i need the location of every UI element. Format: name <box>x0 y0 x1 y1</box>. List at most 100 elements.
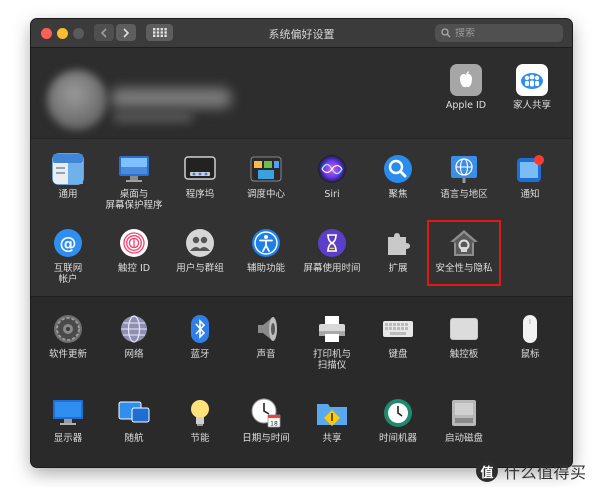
pref-printers-scanners-label: 打印机与 扫描仪 <box>312 349 351 371</box>
pref-displays[interactable]: 显示器 <box>35 397 101 444</box>
pref-siri[interactable]: Siri <box>299 153 365 200</box>
pref-family-sharing[interactable]: 家人共享 <box>499 64 565 111</box>
back-button[interactable] <box>94 24 114 41</box>
pref-desktop-screensaver-label: 桌面与 屏幕保护程序 <box>105 189 163 211</box>
dock-icon <box>184 153 216 185</box>
pref-desktop-screensaver[interactable]: 桌面与 屏幕保护程序 <box>101 153 167 211</box>
pref-screen-time-label: 屏幕使用时间 <box>303 263 361 274</box>
pref-network[interactable]: 网络 <box>101 313 167 360</box>
zoom-window-button[interactable] <box>73 28 84 39</box>
puzzle-icon <box>382 227 414 259</box>
hardware-prefs-section: 软件更新 网络 蓝牙 声音 打印机与 扫描仪 键盘 触控板 鼠标 显示器 随航 … <box>31 296 572 467</box>
network-globe-icon <box>118 313 150 345</box>
grid-icon <box>152 28 167 37</box>
system-preferences-window: 系统偏好设置 Apple ID 家人共享 <box>31 19 572 467</box>
hourglass-icon <box>316 227 348 259</box>
spotlight-icon <box>382 153 414 185</box>
pref-accessibility-label: 辅助功能 <box>246 263 285 274</box>
pref-mouse[interactable]: 鼠标 <box>497 313 563 360</box>
pref-apple-id-label: Apple ID <box>445 100 487 111</box>
pref-spotlight-label: 聚焦 <box>388 189 408 200</box>
mouse-icon <box>514 313 546 345</box>
pref-software-update-label: 软件更新 <box>48 349 87 360</box>
siri-icon <box>316 153 348 185</box>
pref-users-groups-label: 用户与群组 <box>176 263 224 274</box>
speaker-icon <box>250 313 282 345</box>
security-privacy-highlight <box>427 220 501 286</box>
hard-disk-icon <box>448 397 480 429</box>
pref-sharing[interactable]: 共享 <box>299 397 365 444</box>
pref-sharing-label: 共享 <box>322 433 342 444</box>
pref-trackpad-label: 触控板 <box>449 349 479 360</box>
pref-sidecar-label: 随航 <box>124 433 144 444</box>
pref-touch-id[interactable]: 触控 ID <box>101 227 167 274</box>
pref-printers-scanners[interactable]: 打印机与 扫描仪 <box>299 313 365 371</box>
pref-energy-saver-label: 节能 <box>190 433 210 444</box>
close-window-button[interactable] <box>41 28 52 39</box>
pref-sound-label: 声音 <box>256 349 276 360</box>
printer-icon <box>316 313 348 345</box>
pref-apple-id[interactable]: Apple ID <box>433 64 499 111</box>
keyboard-icon <box>382 313 414 345</box>
users-groups-icon <box>184 227 216 259</box>
pref-bluetooth-label: 蓝牙 <box>190 349 210 360</box>
apple-logo-icon <box>450 64 482 96</box>
pref-family-sharing-label: 家人共享 <box>512 100 551 111</box>
display-icon <box>52 397 84 429</box>
pref-language-region-label: 语言与地区 <box>440 189 488 200</box>
pref-energy-saver[interactable]: 节能 <box>167 397 233 444</box>
pref-mission-control[interactable]: 调度中心 <box>233 153 299 200</box>
pref-sound[interactable]: 声音 <box>233 313 299 360</box>
account-area: Apple ID 家人共享 <box>31 48 572 138</box>
internet-accounts-icon: @ <box>52 227 84 259</box>
pref-users-groups[interactable]: 用户与群组 <box>167 227 233 274</box>
pref-date-time-label: 日期与时间 <box>242 433 290 444</box>
title-bar: 系统偏好设置 <box>31 19 572 48</box>
search-box[interactable] <box>435 24 563 42</box>
pref-mission-control-label: 调度中心 <box>246 189 285 200</box>
pref-internet-accounts[interactable]: @ 互联网 帐户 <box>35 227 101 285</box>
pref-software-update[interactable]: 软件更新 <box>35 313 101 360</box>
minimize-window-button[interactable] <box>57 28 68 39</box>
pref-dock-label: 程序坞 <box>185 189 215 200</box>
clock-calendar-icon: 18 <box>250 397 282 429</box>
pref-accessibility[interactable]: 辅助功能 <box>233 227 299 274</box>
pref-spotlight[interactable]: 聚焦 <box>365 153 431 200</box>
language-region-icon <box>448 153 480 185</box>
pref-screen-time[interactable]: 屏幕使用时间 <box>299 227 365 274</box>
pref-displays-label: 显示器 <box>53 433 83 444</box>
desktop-screensaver-icon <box>118 153 150 185</box>
pref-general-label: 通用 <box>58 189 78 200</box>
pref-keyboard[interactable]: 键盘 <box>365 313 431 360</box>
chevron-right-icon <box>123 27 130 38</box>
pref-bluetooth[interactable]: 蓝牙 <box>167 313 233 360</box>
user-avatar[interactable] <box>47 70 107 130</box>
watermark-text: 什么值得买 <box>504 463 587 482</box>
pref-startup-disk[interactable]: 启动磁盘 <box>431 397 497 444</box>
pref-time-machine[interactable]: 时间机器 <box>365 397 431 444</box>
pref-touch-id-label: 触控 ID <box>117 263 151 274</box>
pref-time-machine-label: 时间机器 <box>378 433 417 444</box>
search-input[interactable] <box>455 27 555 39</box>
gear-icon <box>52 313 84 345</box>
pref-date-time[interactable]: 18 日期与时间 <box>233 397 299 444</box>
user-subtitle-blurred <box>113 112 193 122</box>
forward-button[interactable] <box>116 24 136 41</box>
pref-notifications-label: 通知 <box>520 189 540 200</box>
pref-general[interactable]: 通用 <box>35 153 101 200</box>
pref-sidecar[interactable]: 随航 <box>101 397 167 444</box>
general-icon <box>52 153 84 185</box>
pref-internet-accounts-label: 互联网 帐户 <box>53 263 83 285</box>
pref-trackpad[interactable]: 触控板 <box>431 313 497 360</box>
mission-control-icon <box>250 153 282 185</box>
pref-language-region[interactable]: 语言与地区 <box>431 153 497 200</box>
user-name-blurred <box>111 88 231 108</box>
accessibility-icon <box>250 227 282 259</box>
pref-mouse-label: 鼠标 <box>520 349 540 360</box>
show-all-button[interactable] <box>146 24 173 41</box>
watermark: 值 什么值得买 <box>476 459 587 483</box>
pref-dock[interactable]: 程序坞 <box>167 153 233 200</box>
pref-notifications[interactable]: 通知 <box>497 153 563 200</box>
notifications-icon <box>514 153 546 185</box>
pref-extensions[interactable]: 扩展 <box>365 227 431 274</box>
